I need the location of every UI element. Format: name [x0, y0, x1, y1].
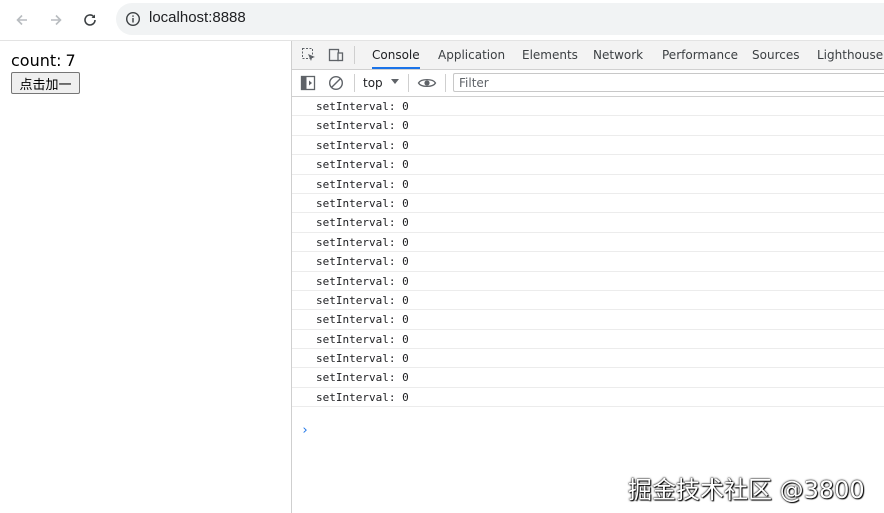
console-log-row: setInterval: 0	[292, 213, 884, 233]
watermark: 掘金技术社区 @3800	[628, 476, 865, 504]
console-log-row: setInterval: 0	[292, 175, 884, 194]
console-log-list: setInterval: 0 setInterval: 0 setInterval:…	[292, 97, 884, 408]
console-prompt[interactable]: ›	[301, 423, 309, 438]
clear-console-icon[interactable]	[328, 75, 344, 91]
console-log-row: setInterval: 0	[292, 136, 884, 156]
console-log-row: setInterval: 0	[292, 194, 884, 214]
tab-network[interactable]: Network	[593, 41, 643, 69]
tab-console[interactable]: Console	[372, 41, 420, 69]
filter-input[interactable]	[453, 73, 884, 92]
console-log-row: setInterval: 0	[292, 252, 884, 272]
toolbar-separator	[354, 74, 355, 92]
console-log-message: setInterval: 0	[316, 313, 409, 327]
console-log-message: setInterval: 0	[316, 177, 409, 191]
increment-button[interactable]: 点击加一	[11, 72, 80, 94]
console-log-message: setInterval: 0	[316, 158, 409, 172]
chevron-down-icon[interactable]	[391, 79, 399, 84]
sidebar-toggle-icon[interactable]	[300, 75, 316, 91]
console-log-message: setInterval: 0	[316, 216, 409, 230]
info-circle-icon[interactable]	[125, 11, 141, 27]
console-log-row: setInterval: 0	[292, 272, 884, 291]
console-log-message: setInterval: 0	[316, 100, 409, 113]
eye-icon[interactable]	[417, 75, 437, 91]
devtools-tabbar: Console Application Elements Network Per…	[292, 41, 884, 70]
console-log-message: setInterval: 0	[316, 390, 409, 404]
tab-sources[interactable]: Sources	[752, 41, 799, 69]
count-value: 7	[65, 51, 76, 70]
arrow-left-icon	[16, 14, 27, 26]
browser-toolbar: localhost:8888	[0, 0, 884, 41]
console-log-row: setInterval: 0	[292, 310, 884, 330]
count-display: count: 7	[11, 51, 76, 70]
console-log-row: setInterval: 0	[292, 233, 884, 253]
reload-button[interactable]	[78, 8, 102, 32]
tabbar-separator	[354, 46, 355, 64]
inspect-element-icon[interactable]	[301, 47, 317, 63]
tab-performance[interactable]: Performance	[662, 41, 738, 69]
console-log-message: setInterval: 0	[316, 119, 409, 133]
url-text[interactable]: localhost:8888	[149, 9, 246, 26]
console-log-message: setInterval: 0	[316, 352, 409, 366]
devtools-panel: Console Application Elements Network Per…	[292, 41, 884, 513]
forward-button[interactable]	[44, 8, 68, 32]
console-log-message: setInterval: 0	[316, 138, 409, 152]
arrow-right-icon	[51, 14, 62, 26]
console-log-message: setInterval: 0	[316, 371, 409, 385]
console-log-row: setInterval: 0	[292, 368, 884, 388]
back-button[interactable]	[10, 8, 34, 32]
address-bar[interactable]: localhost:8888	[116, 3, 884, 35]
device-toolbar-icon[interactable]	[328, 47, 344, 63]
console-log-message: setInterval: 0	[316, 255, 409, 269]
console-log-row: setInterval: 0	[292, 97, 884, 117]
page-viewport: count: 7 点击加一	[0, 41, 292, 513]
console-log-row: setInterval: 0	[292, 155, 884, 175]
console-log-row: setInterval: 0	[292, 330, 884, 350]
console-log-message: setInterval: 0	[316, 196, 409, 210]
count-label: count:	[11, 51, 62, 70]
context-selector[interactable]: top	[363, 76, 383, 90]
console-log-message: setInterval: 0	[316, 235, 409, 249]
console-log-message: setInterval: 0	[316, 274, 409, 288]
console-log-message: setInterval: 0	[316, 293, 409, 307]
reload-icon	[84, 14, 96, 26]
console-log-row: setInterval: 0	[292, 116, 884, 136]
tab-lighthouse[interactable]: Lighthouse	[817, 41, 883, 69]
console-log-message: setInterval: 0	[316, 332, 409, 346]
console-log-row: setInterval: 0	[292, 388, 884, 408]
console-log-row: setInterval: 0	[292, 349, 884, 369]
tab-application[interactable]: Application	[438, 41, 505, 69]
tab-elements[interactable]: Elements	[522, 41, 578, 69]
toolbar-separator	[408, 74, 409, 92]
console-toolbar: top	[292, 70, 884, 97]
console-log-row: setInterval: 0	[292, 291, 884, 311]
toolbar-separator	[445, 74, 446, 92]
